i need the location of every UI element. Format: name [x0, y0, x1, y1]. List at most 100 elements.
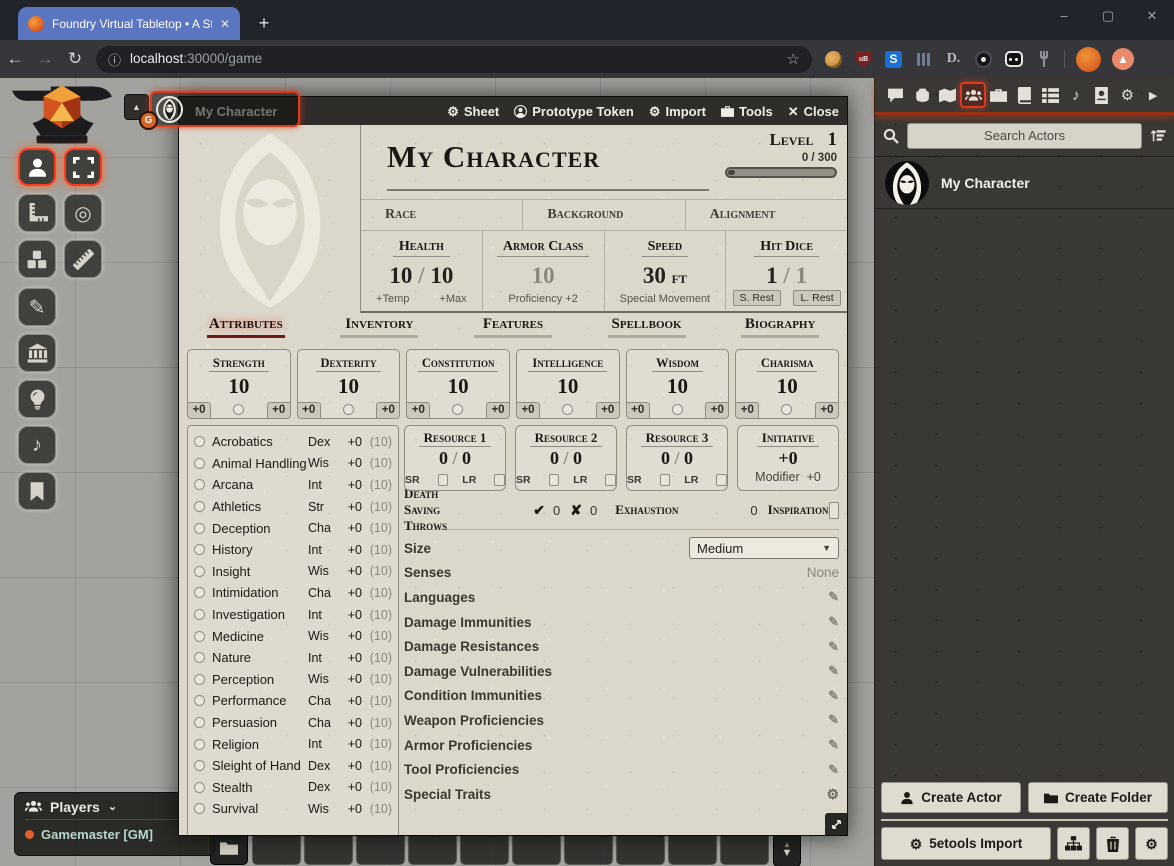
skill-proficiency-radio[interactable]	[194, 479, 205, 490]
ability-proficiency-radio[interactable]	[452, 404, 463, 415]
template-bullseye-tool[interactable]: ◎	[64, 194, 102, 232]
skill-name[interactable]: Religion	[212, 737, 308, 752]
ability-block[interactable]: Charisma 10 +0 +0	[735, 349, 839, 419]
edit-icon[interactable]: ✎	[828, 639, 839, 655]
ability-block[interactable]: Wisdom 10 +0 +0	[626, 349, 730, 419]
ability-proficiency-radio[interactable]	[343, 404, 354, 415]
window-maximize-button[interactable]: ▢	[1086, 0, 1130, 34]
skill-name[interactable]: Survival	[212, 801, 308, 816]
ability-save-mod[interactable]: +0	[297, 402, 321, 419]
skill-name[interactable]: Animal Handling	[212, 456, 308, 471]
macro-slot[interactable]	[304, 832, 353, 865]
ability-name[interactable]: Constitution	[418, 356, 499, 372]
tab-journal-icon[interactable]	[1012, 82, 1038, 108]
ability-save-mod[interactable]: +0	[406, 402, 430, 419]
profile-avatar[interactable]	[1076, 47, 1101, 72]
resource-2[interactable]: Resource 2 0 / 0 SRLR	[515, 425, 617, 491]
skill-proficiency-radio[interactable]	[194, 631, 205, 642]
ability-check-mod[interactable]: +0	[815, 402, 839, 419]
tab-spellbook[interactable]: Spellbook	[608, 316, 686, 338]
skill-proficiency-radio[interactable]	[194, 523, 205, 534]
camera-extension-icon[interactable]	[975, 51, 992, 68]
select-token-tool[interactable]	[18, 148, 56, 186]
tab-playlists-icon[interactable]: ♪	[1063, 82, 1089, 108]
ability-proficiency-radio[interactable]	[233, 404, 244, 415]
settings-gears-button[interactable]: ⚙	[1135, 827, 1168, 860]
tab-inventory[interactable]: Inventory	[340, 316, 418, 338]
edit-icon[interactable]: ✎	[828, 762, 839, 778]
actor-directory-entry[interactable]: My Character	[875, 157, 1174, 209]
skill-proficiency-radio[interactable]	[194, 803, 205, 814]
ability-score[interactable]: 10	[736, 374, 838, 399]
macro-slot[interactable]	[720, 832, 769, 865]
drawing-tool[interactable]: ✎	[18, 288, 56, 326]
5etools-import-button[interactable]: ⚙ 5etools Import	[881, 827, 1051, 860]
sheet-config-button[interactable]: ⚙Sheet	[447, 104, 499, 119]
folder-tree-button[interactable]	[1057, 827, 1090, 860]
profile-update-icon[interactable]: ▲	[1112, 48, 1134, 70]
ability-block[interactable]: Intelligence 10 +0 +0	[516, 349, 620, 419]
lighting-tool[interactable]	[18, 380, 56, 418]
skill-row[interactable]: Stealth Dex +0 (10)	[194, 777, 392, 799]
skill-name[interactable]: Arcana	[212, 477, 308, 492]
exhaustion-value[interactable]: 0	[750, 503, 757, 518]
skill-name[interactable]: History	[212, 542, 308, 557]
speed-stat[interactable]: Speed 30 ft Special Movement	[605, 231, 727, 311]
ability-name[interactable]: Charisma	[757, 356, 818, 372]
ability-save-mod[interactable]: +0	[187, 402, 211, 419]
site-info-icon[interactable]: ⓘ	[108, 50, 121, 69]
skill-row[interactable]: Religion Int +0 (10)	[194, 733, 392, 755]
ability-proficiency-radio[interactable]	[562, 404, 573, 415]
forward-button[interactable]: →	[30, 49, 60, 69]
tab-rolltables-icon[interactable]	[1037, 82, 1063, 108]
skill-proficiency-radio[interactable]	[194, 609, 205, 620]
death-success-icon[interactable]: ✔	[533, 502, 545, 519]
edit-icon[interactable]: ✎	[828, 712, 839, 728]
special-traits-config-icon[interactable]: ⚙	[826, 786, 839, 803]
alignment-field[interactable]: Alignment	[686, 200, 847, 230]
ability-block[interactable]: Strength 10 +0 +0	[187, 349, 291, 419]
macro-slot[interactable]	[512, 832, 561, 865]
resource-1[interactable]: Resource 1 0 / 0 SRLR	[404, 425, 506, 491]
ability-block[interactable]: Constitution 10 +0 +0	[406, 349, 510, 419]
skill-name[interactable]: Investigation	[212, 607, 308, 622]
skill-proficiency-radio[interactable]	[194, 782, 205, 793]
death-success-count[interactable]: 0	[553, 503, 560, 518]
tab-settings-icon[interactable]: ⚙	[1115, 82, 1141, 108]
senses-value[interactable]: None	[807, 565, 839, 580]
ability-score[interactable]: 10	[517, 374, 619, 399]
race-field[interactable]: Race	[361, 200, 523, 230]
ability-name[interactable]: Intelligence	[528, 356, 607, 372]
edit-icon[interactable]: ✎	[828, 589, 839, 605]
skill-row[interactable]: Deception Cha +0 (10)	[194, 517, 392, 539]
robot-extension-icon[interactable]	[1005, 51, 1023, 67]
bookmark-star-icon[interactable]: ☆	[787, 50, 800, 68]
skill-row[interactable]: History Int +0 (10)	[194, 539, 392, 561]
skill-name[interactable]: Persuasion	[212, 715, 308, 730]
skill-row[interactable]: Investigation Int +0 (10)	[194, 604, 392, 626]
ability-save-mod[interactable]: +0	[735, 402, 759, 419]
inspiration-checkbox[interactable]	[829, 502, 839, 519]
walls-tool[interactable]	[18, 334, 56, 372]
ability-score[interactable]: 10	[188, 374, 290, 399]
notes-tool[interactable]	[18, 472, 56, 510]
skill-name[interactable]: Sleight of Hand	[212, 758, 308, 773]
size-select[interactable]: Medium▼	[689, 537, 839, 559]
sort-icon[interactable]	[1150, 128, 1166, 144]
ability-proficiency-radio[interactable]	[781, 404, 792, 415]
skill-row[interactable]: Nature Int +0 (10)	[194, 647, 392, 669]
create-actor-button[interactable]: Create Actor	[881, 782, 1021, 813]
skill-row[interactable]: Arcana Int +0 (10)	[194, 474, 392, 496]
import-button[interactable]: ⚙Import	[649, 104, 706, 119]
skill-row[interactable]: Persuasion Cha +0 (10)	[194, 712, 392, 734]
session-extension-icon[interactable]: S	[885, 51, 902, 68]
edit-icon[interactable]: ✎	[828, 614, 839, 630]
close-window-button[interactable]: ✕Close	[788, 104, 839, 119]
window-minimize-button[interactable]: –	[1042, 0, 1086, 34]
skill-name[interactable]: Perception	[212, 672, 308, 687]
tab-actors-icon[interactable]	[960, 82, 986, 108]
initiative-block[interactable]: Initiative +0 Modifier +0	[737, 425, 839, 491]
character-name[interactable]: My Character	[387, 139, 600, 175]
tuning-fork-extension-icon[interactable]	[1034, 50, 1053, 69]
tab-items-icon[interactable]	[986, 82, 1012, 108]
